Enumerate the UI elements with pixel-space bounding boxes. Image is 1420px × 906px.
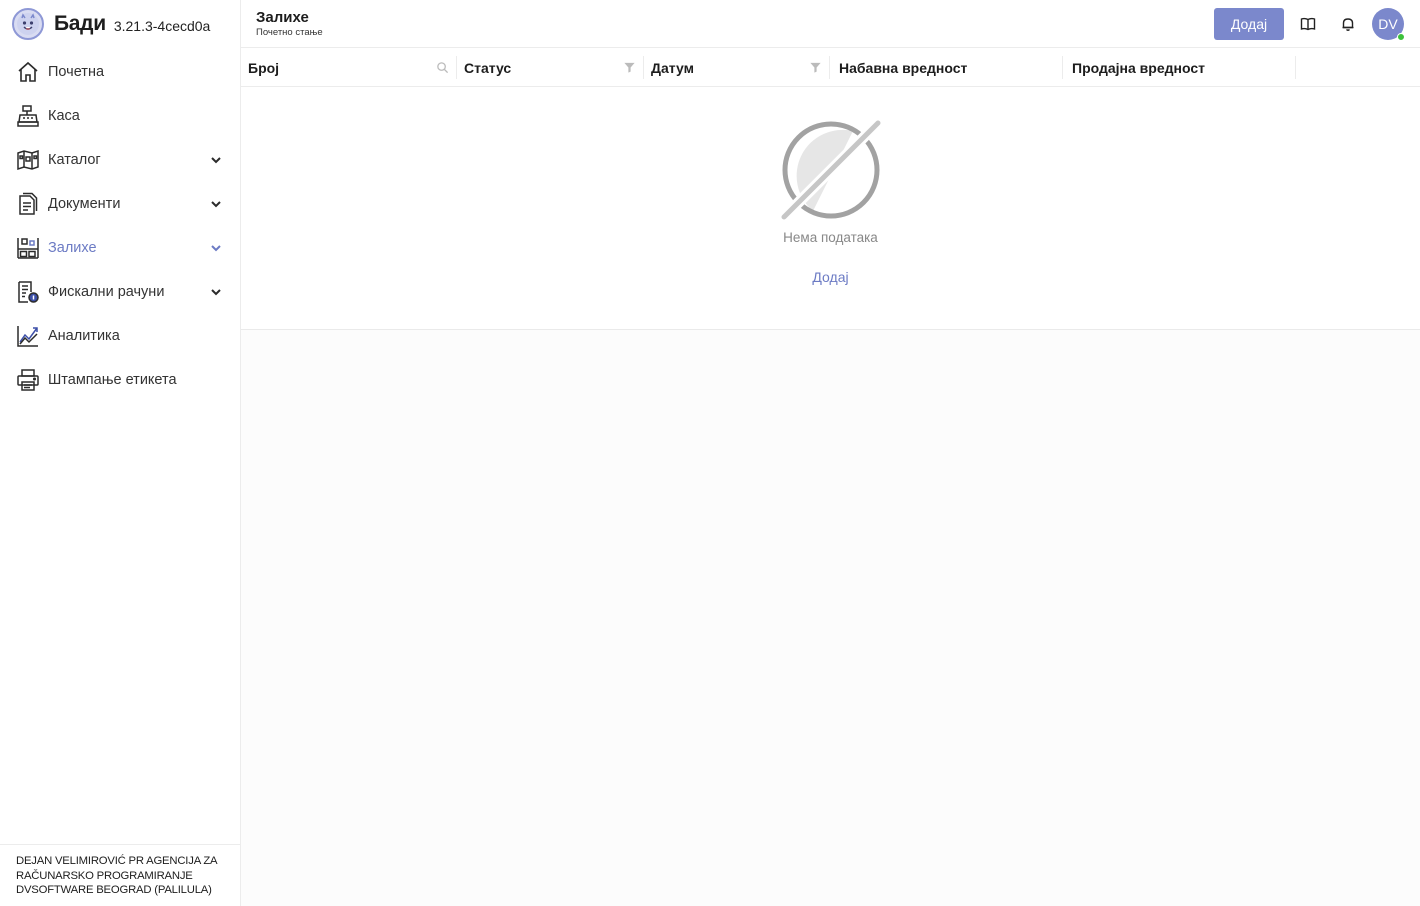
sidebar-item-inventory[interactable]: Залихе [0, 226, 240, 270]
sidebar-nav: Почетна Каса Каталог Документи Залихе Фи… [0, 50, 240, 402]
empty-state: Нема података Додај [241, 87, 1420, 329]
inventory-table: Број Статус Датум Набавна вредност Прода… [241, 48, 1420, 330]
brand[interactable]: Бади 3.21.3-4cecd0a [0, 0, 240, 48]
bell-icon[interactable] [1338, 14, 1358, 34]
column-header-status[interactable]: Статус [457, 48, 644, 87]
app-version: 3.21.3-4cecd0a [113, 18, 211, 34]
fiscal-receipt-icon [16, 280, 40, 304]
top-header: Залихе Почетно стање Додај DV [241, 0, 1420, 48]
company-line: RAČUNARSKO PROGRAMIRANJE [16, 869, 193, 882]
filter-icon[interactable] [808, 60, 822, 74]
company-line: DVSOFTWARE BEOGRAD (PALILULA) [16, 884, 212, 896]
app-name: Бади [54, 12, 106, 35]
chevron-down-icon[interactable] [210, 242, 222, 254]
printer-icon [16, 368, 40, 392]
chevron-down-icon[interactable] [210, 198, 222, 210]
sidebar-item-label: Каса [48, 108, 80, 124]
column-header-number[interactable]: Број [241, 48, 457, 87]
sidebar-item-label: Аналитика [48, 328, 120, 344]
chevron-down-icon[interactable] [210, 154, 222, 166]
catalog-icon [16, 148, 40, 172]
avatar[interactable]: DV [1372, 8, 1405, 41]
sidebar-item-analytics[interactable]: Аналитика [0, 314, 240, 358]
page-subtitle: Почетно стање [256, 27, 323, 38]
column-header-actions [1296, 48, 1420, 87]
column-header-purchase-value[interactable]: Набавна вредност [830, 48, 1063, 87]
column-label: Продајна вредност [1072, 59, 1205, 76]
chevron-down-icon[interactable] [210, 286, 222, 298]
sidebar: Бади 3.21.3-4cecd0a Почетна Каса Каталог [0, 0, 241, 906]
sidebar-item-home[interactable]: Почетна [0, 50, 240, 94]
page-title: Залихе [256, 9, 309, 26]
no-data-icon [778, 118, 883, 222]
empty-state-add-link[interactable]: Додај [812, 269, 848, 285]
sidebar-item-label: Почетна [48, 64, 105, 80]
empty-state-text: Нема података [783, 230, 878, 245]
sidebar-item-catalog[interactable]: Каталог [0, 138, 240, 182]
sidebar-item-label: Фискални рачуни [48, 284, 165, 300]
sidebar-item-label: Документи [48, 196, 121, 212]
add-button[interactable]: Додај [1214, 8, 1284, 40]
company-info: DEJAN VELIMIROVIĆ PR AGENCIJA ZA RAČUNAR… [0, 844, 240, 906]
home-icon [16, 60, 40, 84]
book-icon[interactable] [1298, 14, 1318, 34]
column-label: Статус [464, 59, 512, 76]
app-logo-icon [12, 8, 44, 40]
analytics-icon [16, 324, 40, 348]
column-label: Број [248, 59, 280, 76]
sidebar-item-label: Штампање етикета [48, 372, 177, 388]
avatar-initials: DV [1378, 16, 1398, 32]
column-label: Набавна вредност [839, 59, 968, 76]
main-content: Број Статус Датум Набавна вредност Прода… [241, 48, 1420, 906]
sidebar-item-label-printing[interactable]: Штампање етикета [0, 358, 240, 402]
sidebar-item-fiscal-receipts[interactable]: Фискални рачуни [0, 270, 240, 314]
sidebar-item-cash-register[interactable]: Каса [0, 94, 240, 138]
cash-register-icon [16, 104, 40, 128]
filter-icon[interactable] [622, 60, 636, 74]
column-label: Датум [651, 59, 694, 76]
company-line: DEJAN VELIMIROVIĆ PR AGENCIJA ZA [16, 855, 218, 867]
documents-icon [16, 192, 40, 216]
online-status-dot [1397, 33, 1405, 41]
sidebar-item-label: Залихе [48, 240, 97, 256]
warehouse-icon [16, 236, 40, 260]
column-header-date[interactable]: Датум [644, 48, 830, 87]
table-header: Број Статус Датум Набавна вредност Прода… [241, 48, 1420, 87]
column-header-sale-value[interactable]: Продајна вредност [1063, 48, 1296, 87]
search-icon[interactable] [435, 60, 449, 74]
sidebar-item-label: Каталог [48, 152, 101, 168]
sidebar-item-documents[interactable]: Документи [0, 182, 240, 226]
